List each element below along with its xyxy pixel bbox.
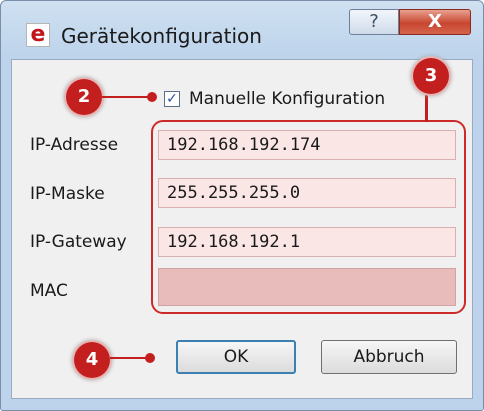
annotation-badge-4: 4 <box>74 342 110 378</box>
title-bar[interactable]: e Gerätekonfiguration ? X <box>1 1 483 59</box>
ip-gateway-label: IP-Gateway <box>30 232 127 252</box>
fields-highlight-outline <box>151 120 466 314</box>
ip-mask-label: IP-Maske <box>30 184 105 204</box>
annotation-dot-2 <box>147 92 157 102</box>
mac-label: MAC <box>30 281 68 301</box>
annotation-connector-4 <box>110 357 150 359</box>
app-logo-icon: e <box>26 23 50 47</box>
ip-address-label: IP-Adresse <box>30 135 119 155</box>
annotation-dot-4 <box>145 353 155 363</box>
annotation-badge-2: 2 <box>66 79 102 115</box>
cancel-button[interactable]: Abbruch <box>321 340 457 374</box>
help-button[interactable]: ? <box>349 9 399 35</box>
ok-button[interactable]: OK <box>176 340 296 374</box>
annotation-badge-3: 3 <box>413 58 449 94</box>
manual-config-label[interactable]: Manuelle Konfiguration <box>189 89 385 109</box>
manual-config-checkbox[interactable]: ✓ <box>164 91 180 107</box>
annotation-connector-2 <box>102 96 152 98</box>
close-button[interactable]: X <box>399 9 471 35</box>
window-title: Gerätekonfiguration <box>61 24 262 48</box>
